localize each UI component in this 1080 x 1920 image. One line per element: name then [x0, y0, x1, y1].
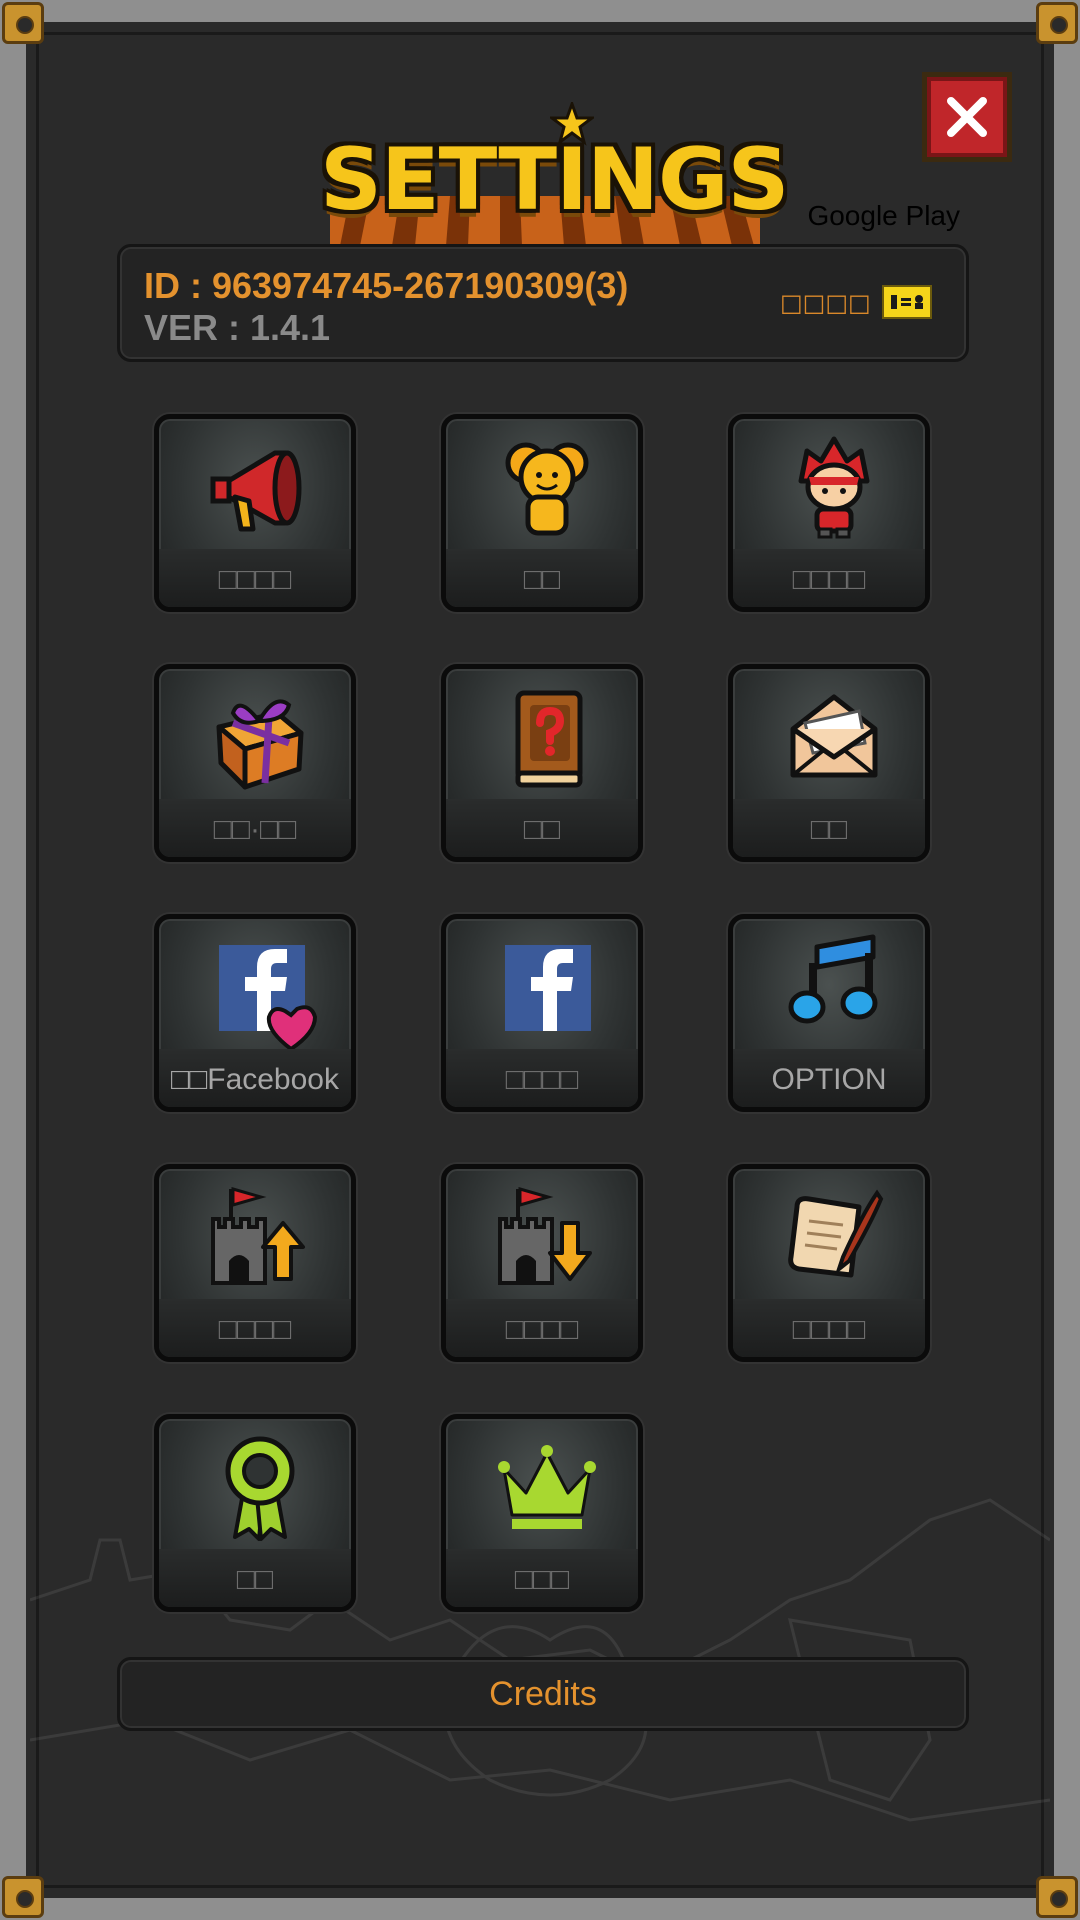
tile-label: □□□□ [505, 1063, 579, 1096]
tile-save-data[interactable]: □□□□ [154, 1164, 356, 1362]
settings-title-banner: SETTINGS [320, 100, 790, 246]
help-book-icon [515, 690, 583, 788]
user-id-text: ID : 963974745-267190309(3) [144, 265, 629, 306]
tile-label: □□ [236, 1563, 274, 1596]
tile-leaderboard[interactable]: □□□ [441, 1414, 643, 1612]
tile-label: □□□ [514, 1563, 570, 1596]
tile-label: □□□□ [505, 1313, 579, 1346]
page-title: SETTINGS [320, 130, 790, 230]
mail-icon [790, 694, 878, 778]
crown-icon [498, 1445, 596, 1529]
tile-label: □□ [523, 813, 561, 846]
tile-facebook[interactable]: □□□□ [441, 914, 643, 1112]
account-link[interactable]: □□□□ [780, 289, 871, 317]
tile-terms[interactable]: □□□□ [728, 1164, 930, 1362]
tile-label: □□ [523, 563, 561, 596]
close-icon [947, 97, 987, 137]
tile-load-data[interactable]: □□□□ [441, 1164, 643, 1362]
frame-corner-ornament [1036, 2, 1078, 44]
buddy-icon [505, 442, 589, 536]
tile-gift[interactable]: □□·□□ [154, 664, 356, 862]
tile-achievements[interactable]: □□ [154, 1414, 356, 1612]
close-button[interactable] [922, 72, 1012, 162]
tile-buddy[interactable]: □□ [441, 414, 643, 612]
tile-label: □□·□□ [213, 813, 297, 846]
tile-label: □□ [810, 813, 848, 846]
frame-corner-ornament [2, 1876, 44, 1918]
tile-label: OPTION [771, 1063, 887, 1096]
facebook-like-icon [219, 945, 318, 1052]
frame-corner-ornament [2, 2, 44, 44]
hero-icon [798, 436, 870, 539]
account-info-panel: ID : 963974745-267190309(3) VER : 1.4.1 … [117, 244, 969, 362]
tile-label: □□□□ [792, 563, 866, 596]
megaphone-icon [210, 450, 302, 532]
scroll-quill-icon [788, 1189, 884, 1278]
tile-option[interactable]: OPTION [728, 914, 930, 1112]
tile-mail[interactable]: □□ [728, 664, 930, 862]
castle-upload-icon [211, 1187, 305, 1285]
tile-notice[interactable]: □□□□ [154, 414, 356, 612]
copy-id-button[interactable] [882, 285, 932, 319]
platform-label: Google Play [807, 200, 960, 231]
achievement-ribbon-icon [225, 1436, 295, 1541]
copy-icon [891, 295, 923, 309]
facebook-icon [505, 945, 591, 1031]
tile-label: □□Facebook [171, 1063, 339, 1096]
tile-facebook-like[interactable]: □□Facebook [154, 914, 356, 1112]
gift-box-icon [216, 699, 304, 790]
version-text: VER : 1.4.1 [144, 307, 331, 348]
music-note-icon [788, 934, 878, 1024]
tile-hero[interactable]: □□□□ [728, 414, 930, 612]
tile-label: □□□□ [218, 1313, 292, 1346]
credits-button[interactable]: Credits [117, 1657, 969, 1731]
castle-download-icon [498, 1187, 592, 1285]
tile-help[interactable]: □□ [441, 664, 643, 862]
tile-label: □□□□ [792, 1313, 866, 1346]
frame-corner-ornament [1036, 1876, 1078, 1918]
tile-label: □□□□ [218, 563, 292, 596]
